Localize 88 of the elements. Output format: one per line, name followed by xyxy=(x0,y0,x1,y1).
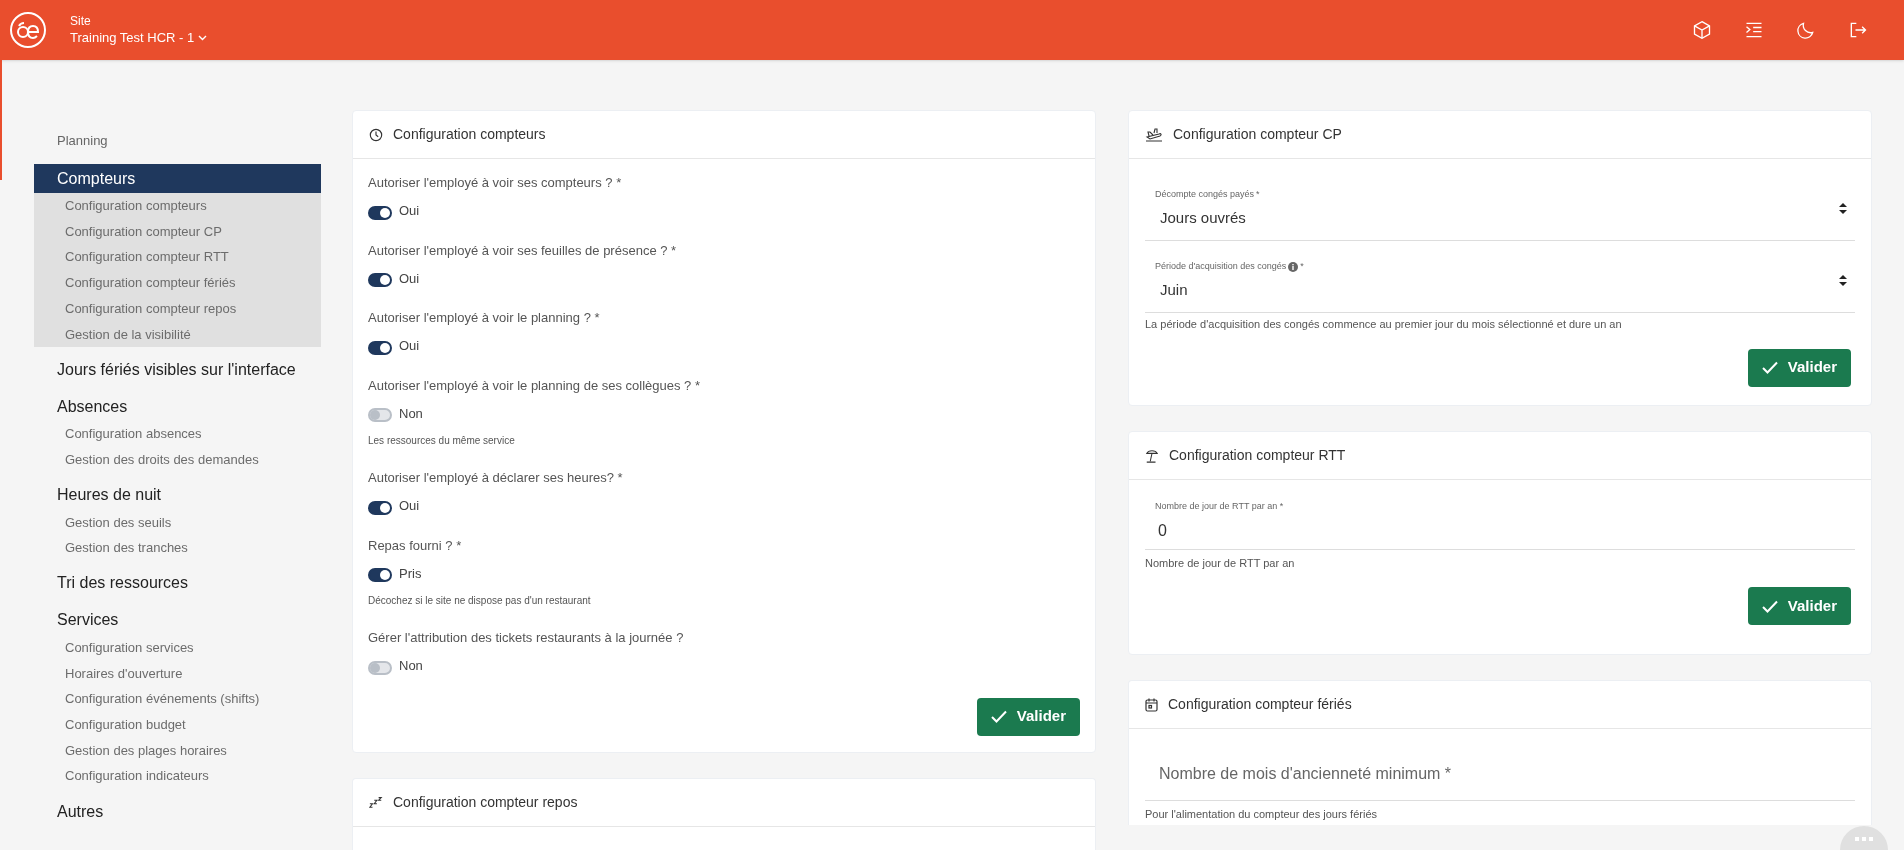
field-value: Juin xyxy=(1160,279,1189,300)
sidebar-item[interactable]: Configuration compteurs xyxy=(34,193,321,219)
sort-arrows-icon xyxy=(1839,275,1847,286)
sidebar-item[interactable]: Configuration compteur repos xyxy=(34,295,321,322)
validate-button[interactable]: Valider xyxy=(1747,348,1851,387)
card-title: Configuration compteur fériés xyxy=(1168,695,1352,714)
question-label: Autoriser l'employé à déclarer ses heures? * xyxy=(368,469,624,488)
sidebar-item[interactable]: Horaires d'ouverture xyxy=(34,660,321,687)
field-label: Période d'acquisition des congés xyxy=(1155,260,1287,273)
cube-icon[interactable] xyxy=(1692,20,1712,40)
logout-icon[interactable] xyxy=(1848,20,1868,40)
toggle-label: Non xyxy=(399,404,423,423)
hint-text: La période d'acquisition des congés commence au premier jour du mois sélectionné et dure un an xyxy=(1145,317,1623,332)
check-icon xyxy=(990,710,1007,723)
sidebar-item[interactable]: Configuration événements (shifts) xyxy=(34,686,321,712)
toggle-switch[interactable] xyxy=(368,568,392,583)
sidebar-item[interactable]: Configuration compteur CP xyxy=(34,218,321,245)
sidebar-item[interactable]: Configuration budget xyxy=(34,711,321,738)
field-value: 0 xyxy=(1158,520,1168,541)
logo-icon[interactable] xyxy=(10,12,46,48)
required-mark: * xyxy=(1300,260,1304,273)
toggle-label: Non xyxy=(399,657,423,675)
sort-arrows-icon xyxy=(1839,203,1847,214)
toggle-switch[interactable] xyxy=(368,340,392,355)
beach-umbrella-icon xyxy=(1145,448,1159,463)
sidebar-group[interactable]: Services xyxy=(34,605,321,635)
toggle-switch[interactable] xyxy=(368,500,392,515)
indent-list-icon[interactable] xyxy=(1744,20,1764,40)
toggle-label: Oui xyxy=(399,269,420,288)
toggle-switch[interactable] xyxy=(368,273,392,288)
validate-button[interactable]: Valider xyxy=(1747,587,1851,625)
sidebar-item[interactable]: Gestion de la visibilité xyxy=(34,321,321,348)
sidebar-group[interactable]: Jours fériés visibles sur l'interface xyxy=(34,355,321,385)
site-selector[interactable]: Training Test HCR - 1 xyxy=(70,29,208,47)
toggle-switch[interactable] xyxy=(368,205,392,220)
card-title: Configuration compteur CP xyxy=(1173,125,1342,144)
toggle-switch[interactable] xyxy=(368,408,392,423)
card-title: Configuration compteur RTT xyxy=(1169,446,1346,465)
clock-icon xyxy=(369,127,383,142)
calendar-icon xyxy=(1145,697,1158,712)
sidebar-item[interactable]: Configuration indicateurs xyxy=(34,763,321,789)
toggle-label: Oui xyxy=(399,497,420,515)
info-icon[interactable] xyxy=(1288,261,1299,272)
hint-text: Les ressources du même service xyxy=(368,434,516,448)
card-title: Configuration compteur repos xyxy=(393,792,578,812)
moon-icon[interactable] xyxy=(1796,20,1816,40)
question-label: Autoriser l'employé à voir le planning ? * xyxy=(368,309,601,328)
field-label: Décompte congés payés xyxy=(1155,188,1255,201)
sidebar-item[interactable]: Configuration absences xyxy=(34,421,321,447)
sidebar-group[interactable]: Autres xyxy=(34,797,321,826)
sidebar-group[interactable]: Absences xyxy=(34,392,321,422)
required-mark: * xyxy=(1256,188,1260,201)
hint-text: Nombre de jour de RTT par an xyxy=(1145,555,1296,571)
field-label: Nombre de jour de RTT par an * xyxy=(1155,500,1285,513)
sidebar-item[interactable]: Configuration compteur RTT xyxy=(34,244,321,271)
sidebar-group[interactable]: Tri des ressources xyxy=(34,568,321,598)
sidebar-group[interactable]: Compteurs xyxy=(34,164,321,193)
check-icon xyxy=(1761,361,1778,374)
sidebar-item[interactable]: Gestion des seuils xyxy=(34,509,321,536)
sidebar-item[interactable]: Configuration services xyxy=(34,634,321,661)
check-icon xyxy=(1761,599,1778,613)
chevron-down-icon xyxy=(198,35,208,41)
question-label: Autoriser l'employé à voir ses feuilles de présence ? * xyxy=(368,241,678,260)
airplane-icon xyxy=(1145,127,1163,142)
sidebar-item[interactable]: Gestion des plages horaires xyxy=(34,737,321,764)
toggle-label: Pris xyxy=(399,564,422,583)
question-label: Autoriser l'employé à voir ses compteurs ? * xyxy=(368,174,623,193)
sidebar-item[interactable]: Gestion des droits des demandes xyxy=(34,446,321,473)
sidebar-link[interactable]: Planning xyxy=(34,128,321,154)
toggle-label: Oui xyxy=(399,202,420,220)
question-label: Gérer l'attribution des tickets restaurants à la journée ? xyxy=(368,629,685,648)
select-field[interactable]: Décompte congés payés * Jours ouvrés xyxy=(1145,169,1855,241)
select-field[interactable]: Période d'acquisition des congés * Juin xyxy=(1145,241,1855,313)
hint-text: Pour l'alimentation du compteur des jours fériés xyxy=(1145,807,1378,822)
sidebar-group[interactable]: Heures de nuit xyxy=(34,480,321,510)
toggle-switch[interactable] xyxy=(368,660,392,675)
question-label: Repas fourni ? * xyxy=(368,536,463,555)
validate-button[interactable]: Valider xyxy=(976,697,1080,736)
field-value: Jours ouvrés xyxy=(1160,207,1247,228)
days-input[interactable]: Nombre de jour de RTT par an * 0 xyxy=(1145,500,1855,550)
question-label: Autoriser l'employé à voir le planning de ses collègues ? * xyxy=(368,376,701,395)
hint-text: Décochez si le site ne dispose pas d'un restaurant xyxy=(368,594,592,608)
toggle-label: Oui xyxy=(399,337,420,355)
sleep-icon xyxy=(369,795,383,809)
site-label: Site xyxy=(70,13,92,29)
card-title: Configuration compteurs xyxy=(393,125,546,144)
sidebar-item[interactable]: Gestion des tranches xyxy=(34,535,321,561)
sidebar-item[interactable]: Configuration compteur fériés xyxy=(34,270,321,296)
